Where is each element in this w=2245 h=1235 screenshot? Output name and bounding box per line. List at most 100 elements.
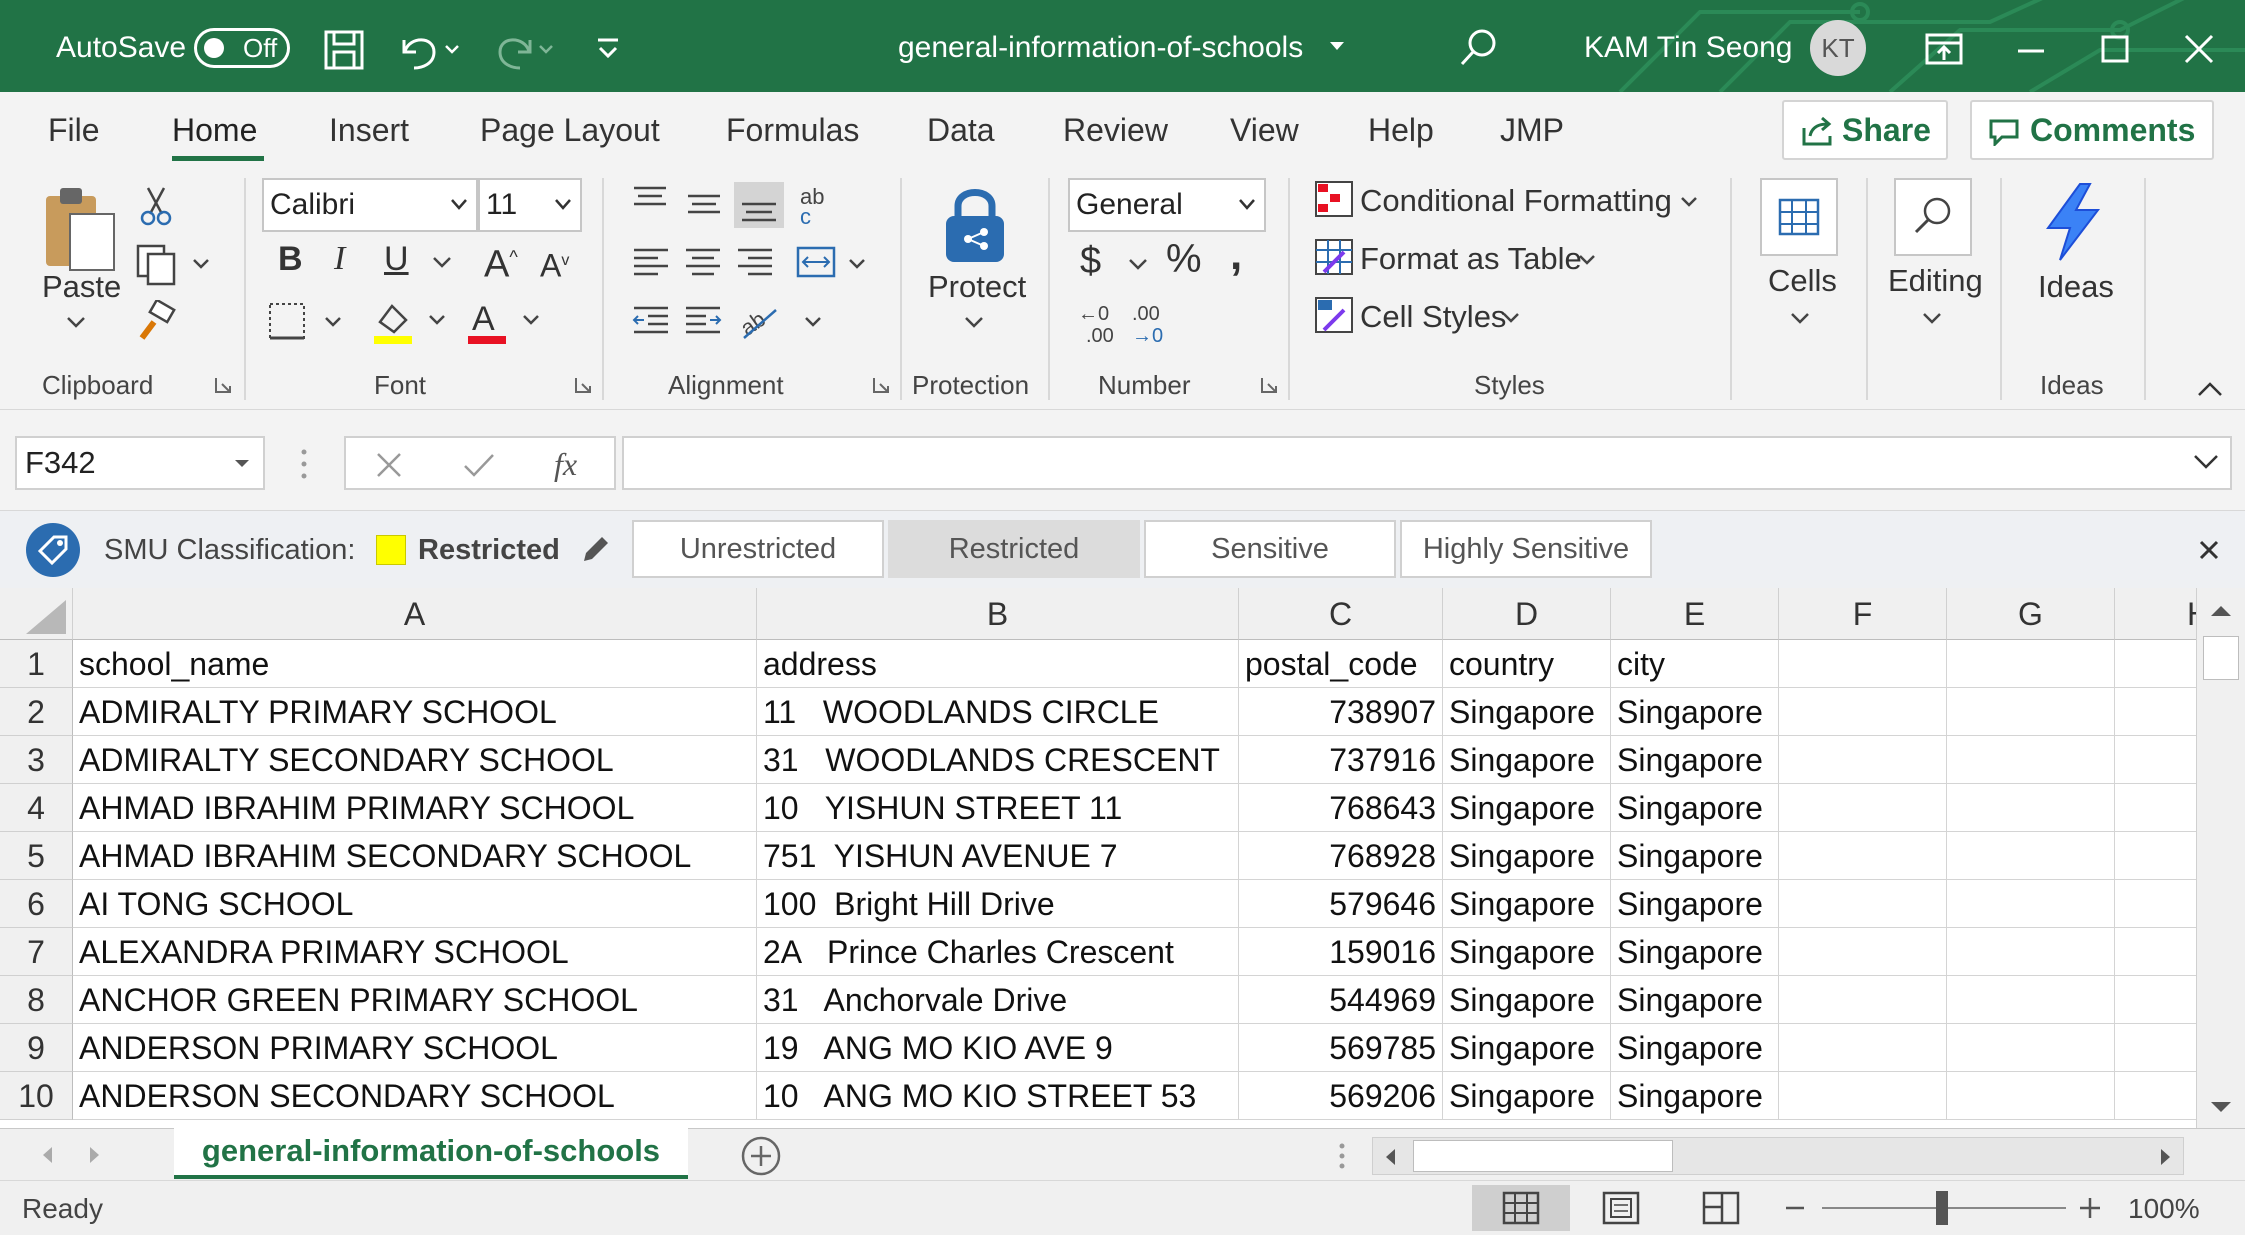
expand-formula-bar-icon[interactable] (2192, 452, 2220, 472)
copy-icon[interactable] (134, 242, 214, 286)
row-header[interactable]: 2 (0, 688, 73, 736)
vertical-alignment-icons[interactable]: ab c (630, 182, 840, 228)
tab-file[interactable]: File (48, 110, 100, 150)
cell-c10[interactable]: 569206 (1239, 1072, 1443, 1120)
column-header-e[interactable]: E (1611, 588, 1779, 640)
minimize-icon[interactable] (2014, 34, 2048, 68)
fill-color-icon[interactable] (370, 298, 450, 346)
cell-e7[interactable]: Singapore (1611, 928, 1779, 976)
font-name-select[interactable]: Calibri (262, 178, 478, 232)
cell-f2[interactable] (1779, 688, 1947, 736)
cell-a5[interactable]: AHMAD IBRAHIM SECONDARY SCHOOL (73, 832, 757, 880)
cancel-icon[interactable] (374, 450, 404, 480)
page-layout-view-button[interactable] (1572, 1185, 1670, 1231)
cell-h2[interactable] (2115, 688, 2200, 736)
sheet-tab-active[interactable]: general-information-of-schools (174, 1127, 688, 1179)
tab-jmp[interactable]: JMP (1500, 110, 1564, 150)
row-header[interactable]: 4 (0, 784, 73, 832)
cell-g3[interactable] (1947, 736, 2115, 784)
autosave-toggle[interactable]: Off (194, 28, 290, 68)
column-header-g[interactable]: G (1947, 588, 2115, 640)
dialog-launcher-icon[interactable] (1260, 376, 1278, 394)
drag-handle-icon[interactable] (298, 446, 310, 482)
row-header[interactable]: 6 (0, 880, 73, 928)
cell-a3[interactable]: ADMIRALTY SECONDARY SCHOOL (73, 736, 757, 784)
dialog-launcher-icon[interactable] (214, 376, 232, 394)
cells-label[interactable]: Cells (1768, 262, 1837, 300)
currency-icon[interactable]: $ (1080, 242, 1101, 280)
ideas-label[interactable]: Ideas (2038, 268, 2114, 306)
cell-e9[interactable]: Singapore (1611, 1024, 1779, 1072)
column-header-b[interactable]: B (757, 588, 1239, 640)
cell-b6[interactable]: 100 Bright Hill Drive (757, 880, 1239, 928)
cell-g8[interactable] (1947, 976, 2115, 1024)
percent-icon[interactable]: % (1166, 239, 1202, 279)
cell-a4[interactable]: AHMAD IBRAHIM PRIMARY SCHOOL (73, 784, 757, 832)
redo-icon[interactable] (488, 28, 560, 72)
cell-b1[interactable]: address (757, 640, 1239, 688)
cell-g10[interactable] (1947, 1072, 2115, 1120)
paste-label[interactable]: Paste (42, 268, 121, 306)
tab-view[interactable]: View (1230, 110, 1299, 150)
font-color-icon[interactable]: A (464, 298, 544, 346)
cell-a6[interactable]: AI TONG SCHOOL (73, 880, 757, 928)
cell-a1[interactable]: school_name (73, 640, 757, 688)
page-break-view-button[interactable] (1672, 1185, 1770, 1231)
cell-f10[interactable] (1779, 1072, 1947, 1120)
column-header-a[interactable]: A (73, 588, 757, 640)
chevron-down-icon[interactable] (1578, 254, 1596, 266)
cell-b5[interactable]: 751 YISHUN AVENUE 7 (757, 832, 1239, 880)
chevron-down-icon[interactable] (964, 316, 984, 330)
underline-icon[interactable]: U (384, 240, 409, 278)
row-header[interactable]: 5 (0, 832, 73, 880)
scroll-right-icon[interactable] (2159, 1147, 2173, 1167)
chevron-down-icon[interactable] (66, 316, 86, 330)
edit-pencil-icon[interactable] (578, 533, 612, 567)
cell-styles-icon[interactable] (1314, 296, 1356, 336)
cell-g2[interactable] (1947, 688, 2115, 736)
document-title[interactable]: general-information-of-schools (898, 28, 1303, 68)
cell-c7[interactable]: 159016 (1239, 928, 1443, 976)
scroll-left-icon[interactable] (1383, 1147, 1397, 1167)
cell-g5[interactable] (1947, 832, 2115, 880)
cell-g9[interactable] (1947, 1024, 2115, 1072)
cell-c2[interactable]: 738907 (1239, 688, 1443, 736)
formula-input[interactable] (622, 436, 2232, 490)
row-header[interactable]: 7 (0, 928, 73, 976)
cell-h8[interactable] (2115, 976, 2200, 1024)
scroll-up-icon[interactable] (2209, 602, 2233, 618)
cell-c3[interactable]: 737916 (1239, 736, 1443, 784)
splitter-handle-icon[interactable] (1336, 1141, 1348, 1171)
cell-e10[interactable]: Singapore (1611, 1072, 1779, 1120)
cell-b4[interactable]: 10 YISHUN STREET 11 (757, 784, 1239, 832)
comma-style-icon[interactable]: , (1230, 233, 1242, 277)
customize-toolbar-icon[interactable] (592, 34, 624, 66)
column-header-d[interactable]: D (1443, 588, 1611, 640)
vertical-scroll-thumb[interactable] (2203, 636, 2239, 680)
undo-icon[interactable] (394, 28, 466, 72)
cell-d3[interactable]: Singapore (1443, 736, 1611, 784)
chevron-down-icon[interactable] (1922, 312, 1942, 326)
conditional-formatting-label[interactable]: Conditional Formatting (1360, 182, 1672, 220)
format-painter-icon[interactable] (134, 300, 178, 344)
classification-option-sensitive[interactable]: Sensitive (1144, 520, 1396, 578)
dialog-launcher-icon[interactable] (872, 376, 890, 394)
cell-d1[interactable]: country (1443, 640, 1611, 688)
cell-f8[interactable] (1779, 976, 1947, 1024)
chevron-down-icon[interactable] (1790, 312, 1810, 326)
chevron-down-icon[interactable] (1680, 196, 1698, 208)
cell-h5[interactable] (2115, 832, 2200, 880)
row-header[interactable]: 1 (0, 640, 73, 688)
zoom-slider-thumb[interactable] (1936, 1191, 1948, 1225)
cell-e4[interactable]: Singapore (1611, 784, 1779, 832)
cells-button[interactable] (1760, 178, 1838, 256)
tab-help[interactable]: Help (1368, 110, 1434, 150)
chevron-down-icon[interactable] (1502, 312, 1520, 324)
close-icon[interactable] (2198, 539, 2220, 561)
decrease-font-size-icon[interactable]: Av (540, 242, 569, 285)
column-header-c[interactable]: C (1239, 588, 1443, 640)
cell-c4[interactable]: 768643 (1239, 784, 1443, 832)
cell-e1[interactable]: city (1611, 640, 1779, 688)
maximize-icon[interactable] (2098, 32, 2132, 66)
zoom-level[interactable]: 100% (2128, 1191, 2200, 1227)
